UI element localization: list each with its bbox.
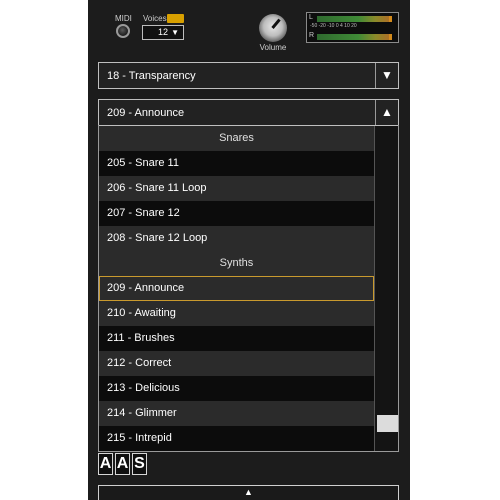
logo-letter: S — [132, 453, 147, 475]
meter-right-label: R — [309, 32, 315, 39]
meter-right-bar — [317, 34, 392, 40]
meter-left-label: L — [309, 14, 313, 21]
chevron-down-icon: ▼ — [171, 28, 179, 37]
list-item[interactable]: 205 - Snare 11 — [99, 151, 374, 176]
category-header: Synths — [99, 251, 374, 276]
sound-dropdown[interactable]: 209 - Announce ▲ — [98, 99, 399, 126]
list-item[interactable]: 214 - Glimmer — [99, 401, 374, 426]
list-item[interactable]: 208 - Snare 12 Loop — [99, 226, 374, 251]
list-item-selected[interactable]: 209 - Announce — [99, 276, 374, 301]
header-bar: MIDI Voices 12 ▼ Volume L -50 -20 -10 0 … — [88, 0, 410, 60]
meter-left-bar — [317, 16, 392, 22]
voices-badge — [167, 14, 184, 23]
sound-label: 209 - Announce — [107, 107, 185, 119]
list-item[interactable]: 213 - Delicious — [99, 376, 374, 401]
level-meter: L -50 -20 -10 0 4 10 20 R — [306, 12, 399, 43]
knob-indicator-icon — [271, 18, 281, 29]
midi-label: MIDI — [115, 14, 132, 23]
list-item[interactable]: 212 - Correct — [99, 351, 374, 376]
volume-knob[interactable] — [259, 14, 287, 42]
logo-letter: A — [98, 453, 113, 475]
logo-letter: A — [115, 453, 130, 475]
volume-label: Volume — [259, 43, 287, 52]
chevron-up-icon[interactable]: ▲ — [375, 100, 398, 125]
list-item[interactable]: 206 - Snare 11 Loop — [99, 176, 374, 201]
chevron-up-icon: ▲ — [244, 487, 253, 497]
plugin-window: MIDI Voices 12 ▼ Volume L -50 -20 -10 0 … — [88, 0, 410, 500]
list-item[interactable]: 215 - Intrepid — [99, 426, 374, 451]
voices-select[interactable]: 12 ▼ — [142, 25, 184, 40]
voices-value: 12 — [158, 27, 169, 37]
meter-scale: -50 -20 -10 0 4 10 20 — [310, 23, 357, 29]
scroll-thumb[interactable] — [377, 415, 398, 432]
list-item[interactable]: 207 - Snare 12 — [99, 201, 374, 226]
chevron-down-icon[interactable]: ▼ — [375, 63, 398, 88]
preset-label: 18 - Transparency — [107, 70, 196, 82]
preset-dropdown[interactable]: 18 - Transparency ▼ — [98, 62, 399, 89]
sound-list[interactable]: Snares 205 - Snare 11 206 - Snare 11 Loop 2… — [99, 126, 374, 451]
bottom-panel-toggle[interactable]: ▲ — [98, 485, 399, 500]
scrollbar[interactable] — [374, 126, 399, 451]
aas-logo: A A S — [98, 453, 147, 475]
list-item[interactable]: 210 - Awaiting — [99, 301, 374, 326]
category-header: Snares — [99, 126, 374, 151]
list-item[interactable]: 211 - Brushes — [99, 326, 374, 351]
voices-label: Voices — [143, 14, 167, 23]
midi-indicator-icon — [116, 24, 130, 38]
